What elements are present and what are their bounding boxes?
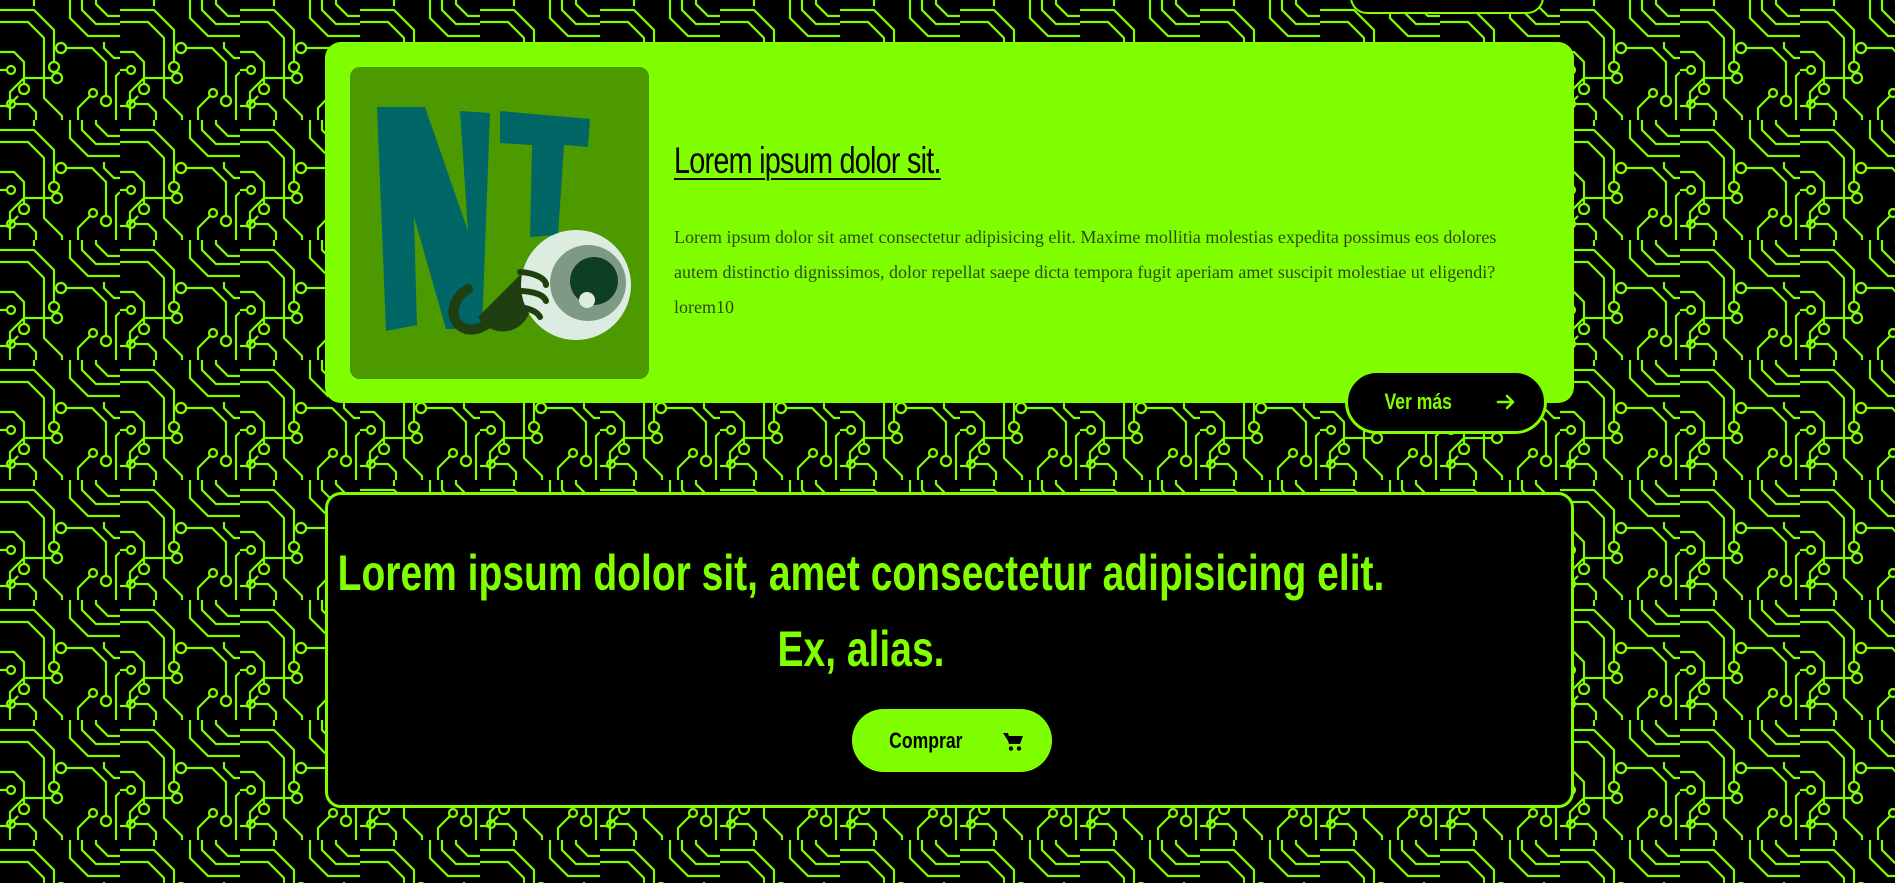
ver-mas-button[interactable]: Ver más [1345,370,1547,434]
card-title-link[interactable]: Lorem ipsum dolor sit. [674,140,942,182]
nt-eye-logo [350,67,649,379]
promo-heading: Lorem ipsum dolor sit, amet consectetur … [328,535,1571,687]
arrow-right-icon [1496,392,1516,412]
top-partial-button[interactable] [1350,0,1544,14]
comprar-button[interactable]: Comprar [852,709,1052,772]
cart-icon [1002,730,1024,752]
featured-card: Lorem ipsum dolor sit. Lorem ipsum dolor… [325,42,1574,403]
card-description: Lorem ipsum dolor sit amet consectetur a… [674,227,1497,317]
comprar-label: Comprar [889,727,963,753]
promo-banner: Lorem ipsum dolor sit, amet consectetur … [325,492,1574,808]
ver-mas-label: Ver más [1384,389,1452,414]
promo-heading-text: Lorem ipsum dolor sit, amet consectetur … [337,545,1384,677]
